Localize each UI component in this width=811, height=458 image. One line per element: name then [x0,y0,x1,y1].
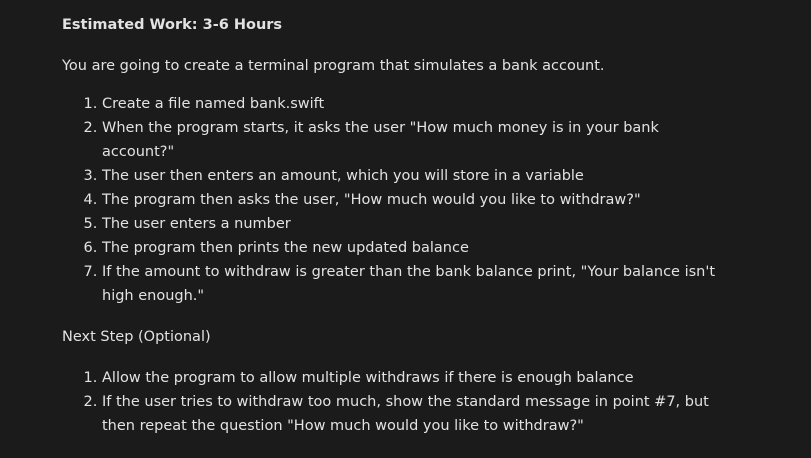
step-item: When the program starts, it asks the use… [102,116,742,164]
next-step-item: If the user tries to withdraw too much, … [102,390,742,438]
next-step-item: Allow the program to allow multiple with… [102,366,742,390]
estimated-work-heading: Estimated Work: 3-6 Hours [62,17,283,33]
step-item: The user enters a number [102,212,742,236]
next-steps-list: Allow the program to allow multiple with… [62,366,742,438]
step-item: Create a file named bank.swift [102,92,742,116]
step-item: If the amount to withdraw is greater tha… [102,260,742,308]
step-item: The program then asks the user, "How muc… [102,188,742,212]
steps-list: Create a file named bank.swift When the … [62,92,742,308]
next-step-title: Next Step (Optional) [62,329,211,345]
intro-paragraph: You are going to create a terminal progr… [62,58,605,74]
step-item: The user then enters an amount, which yo… [102,164,742,188]
step-item: The program then prints the new updated … [102,236,742,260]
